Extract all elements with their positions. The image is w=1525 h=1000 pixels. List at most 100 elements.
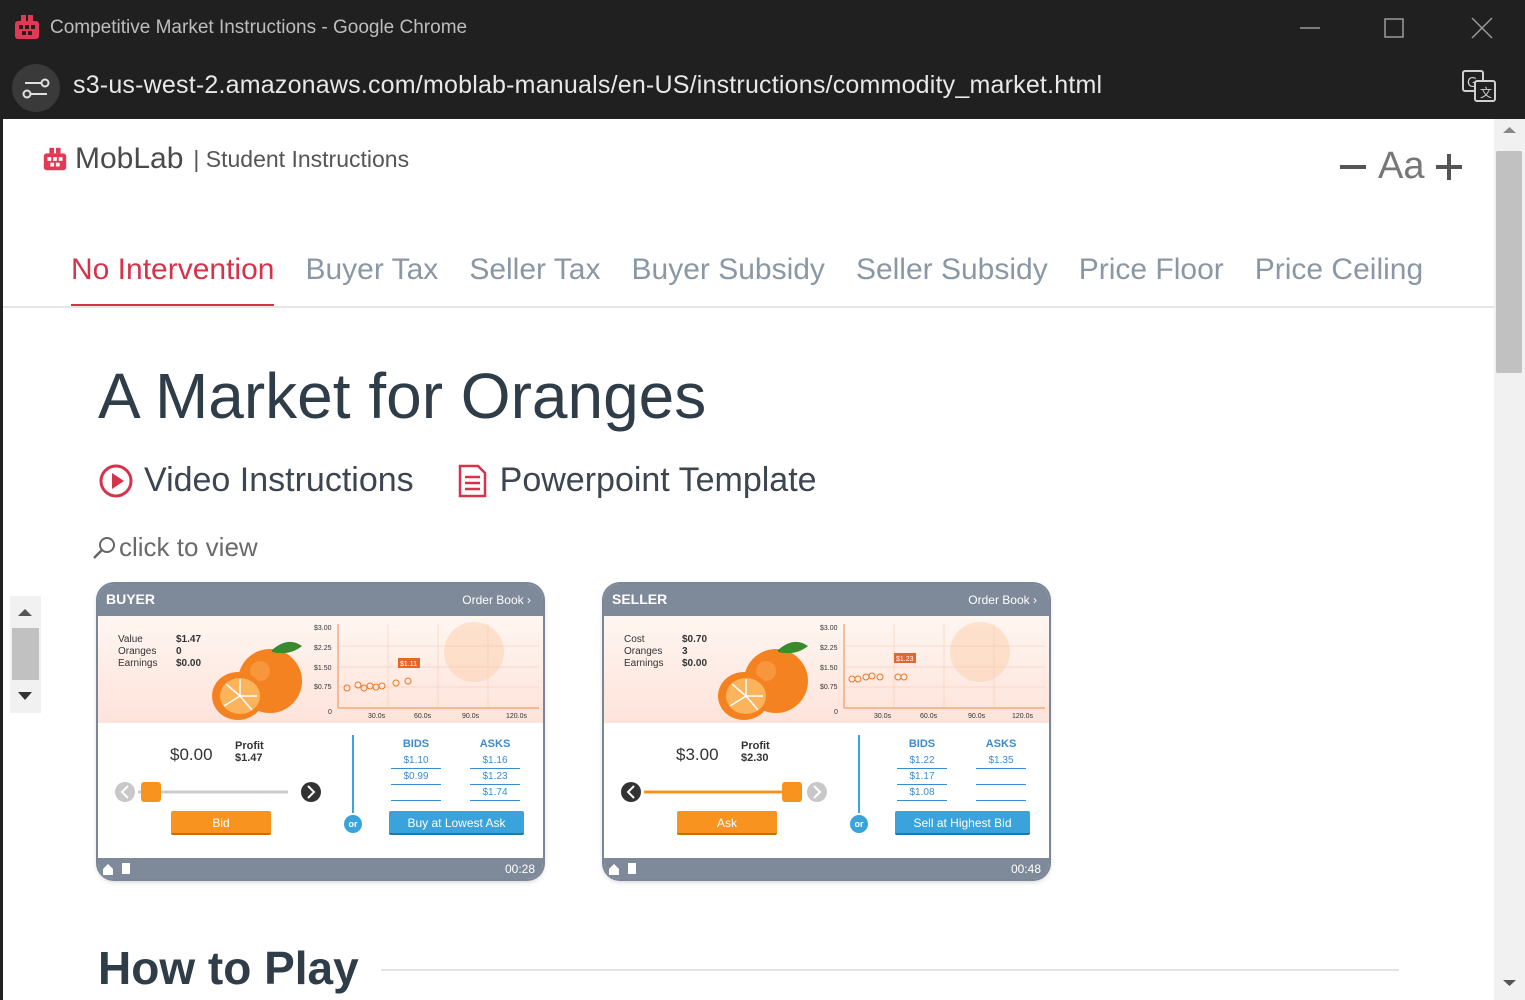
scrollbar-thumb[interactable] — [1496, 151, 1522, 373]
stat-value: $0.00 — [682, 658, 708, 669]
intervention-tabs: No Intervention Buyer Tax Seller Tax Buy… — [71, 249, 1454, 307]
bids-column: BIDS $1.22 $1.17 $1.08 — [897, 738, 947, 801]
site-info-button[interactable] — [12, 64, 60, 112]
resource-links: Video Instructions Powerpoint Template — [98, 461, 857, 500]
buy-at-lowest-ask-button[interactable]: Buy at Lowest Ask — [389, 811, 524, 835]
minimize-icon[interactable] — [1290, 10, 1330, 46]
page-scrollbar[interactable] — [1494, 119, 1525, 1000]
seller-top-panel: Cost $0.70 Oranges 3 Earnings $0.00 $3.00 $… — [604, 616, 1049, 723]
y-tick: $0.75 — [314, 684, 332, 691]
y-tick: 0 — [328, 709, 332, 716]
y-tick: $2.25 — [314, 645, 332, 652]
profit-label: Profit — [235, 740, 264, 752]
stat-key: Value — [118, 634, 143, 645]
maximize-icon[interactable] — [1374, 10, 1414, 46]
stat-key: Oranges — [624, 646, 663, 657]
bid-entry: $1.10 — [391, 753, 441, 769]
how-to-play-heading: How to Play — [98, 942, 359, 994]
scroll-up-icon[interactable] — [1494, 119, 1525, 139]
buyer-screen-thumbnail[interactable]: BUYER Order Book › Value $1.47 Oranges 0 E… — [98, 584, 543, 879]
role-label: BUYER — [106, 591, 156, 607]
tune-icon — [22, 78, 50, 99]
bid-entry: $1.17 — [897, 769, 947, 785]
x-tick: 90.0s — [462, 713, 480, 720]
font-size-control: Aa — [1338, 145, 1464, 188]
x-tick: 30.0s — [368, 713, 386, 720]
tab-buyer-tax[interactable]: Buyer Tax — [305, 249, 438, 307]
bids-header: BIDS — [402, 738, 430, 750]
tab-price-floor[interactable]: Price Floor — [1079, 249, 1224, 307]
stat-key: Oranges — [118, 646, 157, 657]
translate-icon[interactable]: G 文 — [1460, 68, 1498, 104]
orange-illustration-icon — [718, 641, 808, 720]
timer: 00:28 — [504, 862, 535, 876]
buyer-stats: Value $1.47 Oranges 0 Earnings $0.00 — [118, 634, 201, 670]
price-display: $0.00 — [170, 745, 213, 764]
order-book-link: Order Book › — [968, 593, 1037, 607]
sell-at-highest-bid-button[interactable]: Sell at Highest Bid — [895, 811, 1030, 835]
buyer-header: BUYER Order Book › — [98, 584, 543, 616]
heading-rule — [381, 969, 1399, 971]
stat-value: 0 — [176, 646, 182, 657]
decrease-font-icon[interactable] — [1338, 152, 1368, 182]
bids-header: BIDS — [908, 738, 936, 750]
seller-header: SELLER Order Book › — [604, 584, 1049, 616]
stat-value: $0.70 — [682, 634, 708, 645]
seller-price-chart: $3.00 $2.25 $1.50 $0.75 0 $1.23 30.0s 60… — [820, 622, 1045, 720]
y-tick: $3.00 — [820, 625, 838, 632]
zoom-hint-label: click to view — [119, 532, 258, 562]
tab-seller-tax[interactable]: Seller Tax — [469, 249, 600, 307]
brand-name: MobLab — [75, 142, 184, 175]
powerpoint-template-label: Powerpoint Template — [499, 461, 817, 499]
or-badge: or — [344, 815, 362, 833]
bid-entry — [391, 785, 441, 801]
buyer-top-panel: Value $1.47 Oranges 0 Earnings $0.00 $3.00 … — [98, 616, 543, 723]
ask-button[interactable]: Ask — [677, 811, 777, 835]
y-tick: 0 — [834, 709, 838, 716]
stat-key: Cost — [624, 634, 645, 645]
x-tick: 60.0s — [920, 713, 938, 720]
bid-entry: $0.99 — [391, 769, 441, 785]
title-bar: Competitive Market Instructions - Google… — [0, 0, 1525, 56]
x-tick: 120.0s — [1012, 713, 1034, 720]
play-icon — [99, 464, 133, 497]
tab-no-intervention[interactable]: No Intervention — [71, 249, 275, 307]
or-badge: or — [850, 815, 868, 833]
y-tick: $2.25 — [820, 645, 838, 652]
chart-price-tag: $1.11 — [400, 661, 417, 668]
seller-footer: 00:48 — [604, 858, 1049, 879]
powerpoint-template-link[interactable]: Powerpoint Template — [454, 461, 817, 500]
close-icon[interactable] — [1462, 10, 1502, 46]
profit-display: Profit $1.47 — [235, 740, 264, 764]
y-tick: $1.50 — [314, 665, 332, 672]
zoom-hint: click to view — [91, 532, 258, 563]
seller-screen-thumbnail[interactable]: SELLER Order Book › Cost $0.70 Oranges 3 E… — [604, 584, 1049, 879]
moblab-logo-icon — [43, 147, 67, 171]
tab-price-ceiling[interactable]: Price Ceiling — [1255, 249, 1423, 307]
seller-controls: $3.00 Profit $2.30 Ask or BIDS $1.22 $1.… — [604, 723, 1049, 858]
url-field[interactable]: s3-us-west-2.amazonaws.com/moblab-manual… — [73, 71, 1102, 100]
tab-seller-subsidy[interactable]: Seller Subsidy — [856, 249, 1048, 307]
page-content: MobLab | Student Instructions Aa No Inte… — [3, 119, 1494, 1000]
x-tick: 90.0s — [968, 713, 986, 720]
tab-buyer-subsidy[interactable]: Buyer Subsidy — [632, 249, 825, 307]
ask-entry — [976, 769, 1026, 785]
document-icon — [458, 464, 486, 497]
brand-header[interactable]: MobLab | Student Instructions — [41, 141, 409, 177]
stat-key: Earnings — [118, 658, 158, 669]
price-slider[interactable] — [620, 780, 830, 804]
divider-line — [352, 735, 354, 813]
price-slider[interactable] — [114, 780, 324, 804]
video-instructions-link[interactable]: Video Instructions — [98, 461, 414, 500]
increase-font-icon[interactable] — [1434, 152, 1464, 182]
scroll-down-icon[interactable] — [1494, 974, 1525, 994]
bid-button[interactable]: Bid — [171, 811, 271, 835]
side-scroll-control[interactable] — [10, 596, 41, 713]
font-size-label: Aa — [1378, 145, 1425, 187]
price-display: $3.00 — [676, 745, 719, 764]
buyer-price-chart: $3.00 $2.25 $1.50 $0.75 0 $1.11 30.0s 60… — [314, 622, 539, 720]
stat-value: $1.47 — [176, 634, 202, 645]
moblab-logo-icon — [15, 15, 39, 39]
magnifier-icon — [93, 536, 115, 559]
svg-text:文: 文 — [1480, 85, 1492, 100]
